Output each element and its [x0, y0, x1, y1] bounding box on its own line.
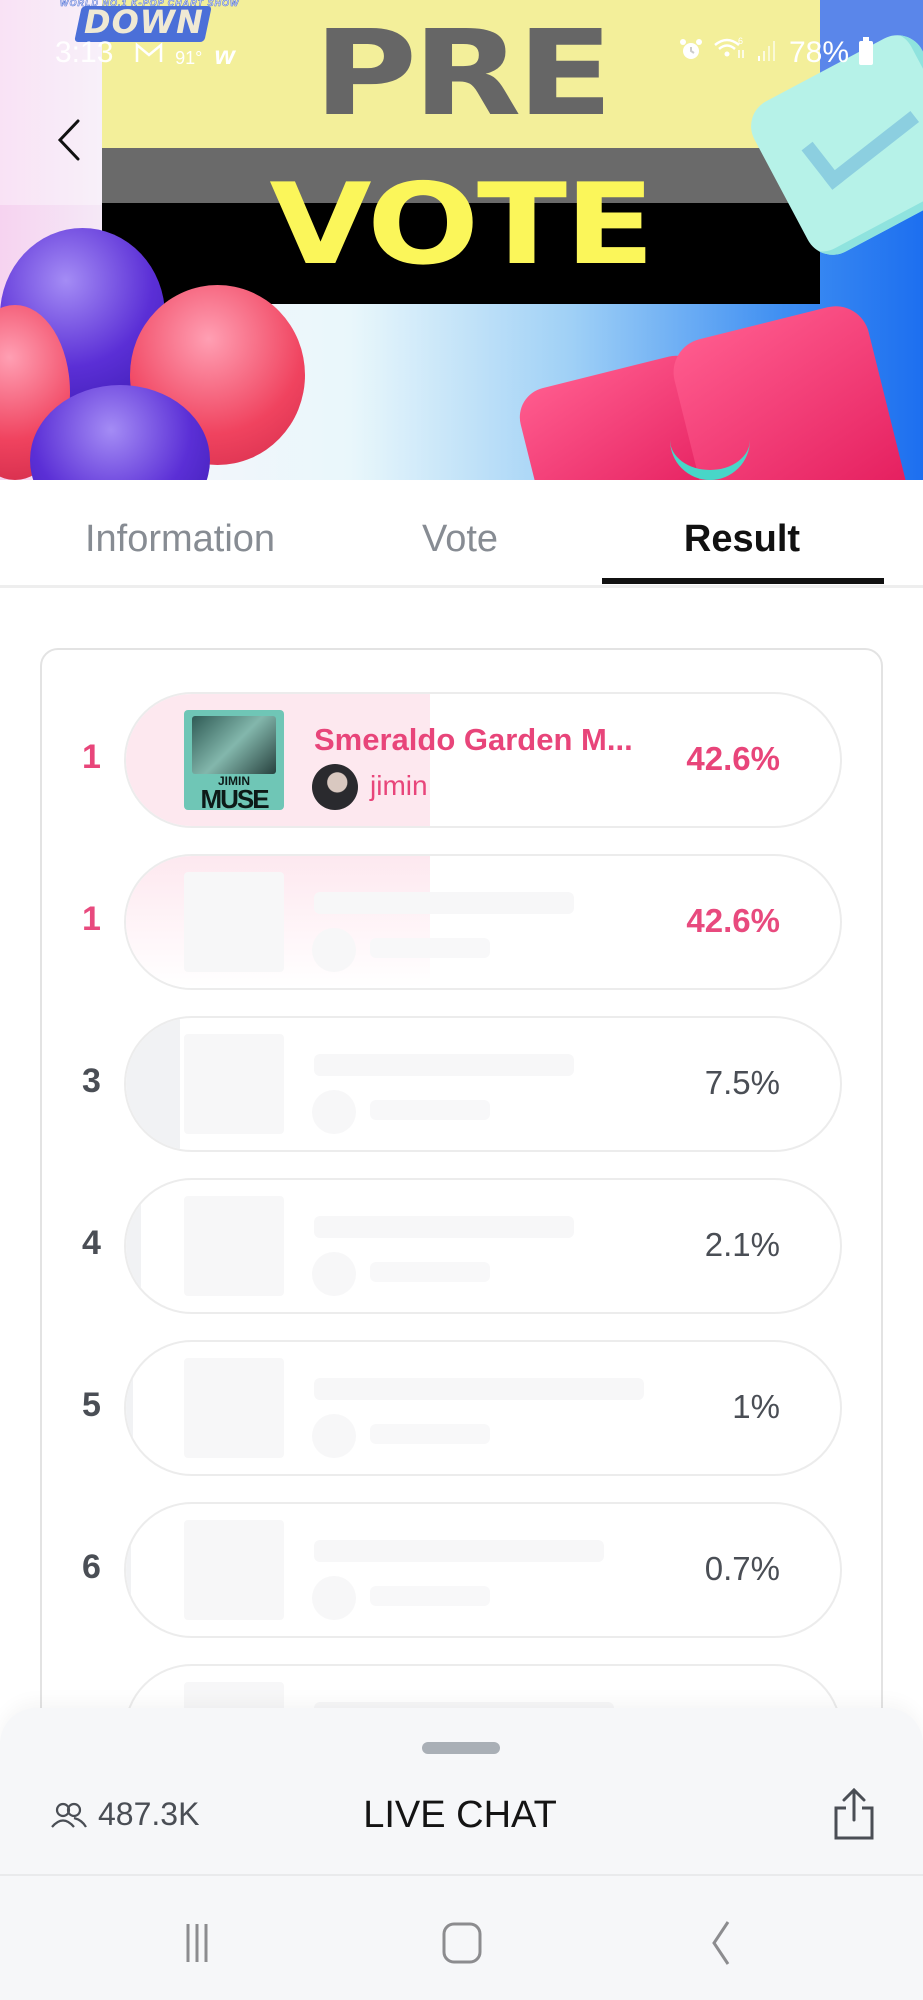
artist-avatar-placeholder	[312, 1576, 356, 1620]
rank-number: 1	[82, 738, 101, 776]
back-icon	[712, 1921, 730, 1965]
result-item[interactable]: 1%	[124, 1340, 842, 1476]
share-icon	[834, 1787, 874, 1840]
alarm-icon	[679, 36, 703, 70]
vote-share-bar	[126, 1180, 141, 1312]
rank-number: 3	[82, 1062, 101, 1100]
artist-name-placeholder	[370, 1424, 490, 1444]
gmail-icon	[135, 42, 169, 69]
sheet-drag-handle[interactable]	[422, 1742, 500, 1754]
result-row: 1 JIMIN MUSE Smeraldo Garden M... jimin …	[42, 692, 885, 828]
svg-text:6: 6	[738, 36, 743, 46]
weverse-icon: w	[214, 40, 235, 70]
tab-vote[interactable]: Vote	[410, 518, 510, 561]
system-back-button[interactable]	[694, 1916, 754, 1966]
song-title: Smeraldo Garden M...	[314, 722, 633, 757]
show-logo-tagline: WORLD NO.1 K-POP CHART SHOW	[60, 0, 240, 8]
vote-percent: 7.5%	[704, 1064, 780, 1101]
rank-number: 4	[82, 1224, 101, 1262]
vote-share-bar	[126, 1342, 134, 1474]
artist-avatar-placeholder	[312, 1090, 356, 1134]
result-row: 6 0.7%	[42, 1502, 885, 1638]
battery-percent: 78%	[788, 36, 849, 69]
wifi-icon: 6	[713, 36, 747, 70]
clock: 3:13	[55, 36, 114, 69]
rank-number: 1	[82, 900, 101, 938]
album-art-placeholder	[184, 872, 284, 972]
song-title-placeholder	[314, 1216, 574, 1238]
result-item[interactable]: JIMIN MUSE Smeraldo Garden M... jimin 42…	[124, 692, 842, 828]
vote-share-bar	[126, 1018, 180, 1150]
song-title-placeholder	[314, 892, 574, 914]
banner-title-line2: VOTE	[269, 160, 655, 290]
artist-avatar	[312, 764, 358, 810]
users-icon	[51, 1802, 87, 1828]
result-row: 1 42.6%	[42, 854, 885, 990]
vote-percent: 42.6%	[686, 740, 780, 777]
chevron-left-icon	[57, 119, 80, 161]
results-list: 1 JIMIN MUSE Smeraldo Garden M... jimin …	[40, 648, 883, 1848]
signal-icon	[757, 36, 779, 70]
vote-share-bar	[126, 1504, 131, 1636]
rank-number: 5	[82, 1386, 101, 1424]
artist-avatar-placeholder	[312, 928, 356, 972]
result-item[interactable]: 0.7%	[124, 1502, 842, 1638]
viewer-count-value: 487.3K	[98, 1796, 200, 1832]
album-art-placeholder	[184, 1520, 284, 1620]
song-title-placeholder	[314, 1540, 604, 1562]
song-title-placeholder	[314, 1054, 574, 1076]
battery-icon	[859, 37, 873, 65]
vote-percent: 2.1%	[704, 1226, 780, 1263]
temperature: 91°	[175, 48, 203, 68]
live-chat-sheet: 487.3K LIVE CHAT	[0, 1708, 923, 1878]
artist-name: jimin	[370, 770, 428, 801]
vote-percent: 42.6%	[686, 902, 780, 939]
result-item[interactable]: 2.1%	[124, 1178, 842, 1314]
tab-information[interactable]: Information	[75, 518, 285, 561]
result-item[interactable]: 42.6%	[124, 854, 842, 990]
artist-name-placeholder	[370, 938, 490, 958]
home-button[interactable]	[432, 1916, 492, 1966]
share-button[interactable]	[830, 1786, 878, 1842]
recent-apps-button[interactable]	[176, 1916, 236, 1966]
tab-result[interactable]: Result	[602, 518, 882, 561]
recent-apps-icon	[186, 1924, 208, 1962]
result-row: 4 2.1%	[42, 1178, 885, 1314]
result-row: 3 7.5%	[42, 1016, 885, 1152]
artist-avatar-placeholder	[312, 1252, 356, 1296]
album-art-placeholder	[184, 1034, 284, 1134]
album-art: JIMIN MUSE	[184, 710, 284, 810]
smile-logo-icon	[513, 299, 923, 480]
home-icon	[442, 1922, 482, 1964]
artist-name-placeholder	[370, 1100, 490, 1120]
artist-avatar-placeholder	[312, 1414, 356, 1458]
album-art-placeholder	[184, 1358, 284, 1458]
viewer-count: 487.3K	[50, 1796, 199, 1833]
rank-number: 6	[82, 1548, 101, 1586]
result-item[interactable]: 7.5%	[124, 1016, 842, 1152]
live-chat-button[interactable]: LIVE CHAT	[330, 1794, 590, 1837]
vote-percent: 0.7%	[704, 1550, 780, 1587]
system-nav-bar	[0, 1876, 923, 2000]
active-tab-indicator	[602, 578, 884, 584]
vote-percent: 1%	[732, 1388, 780, 1425]
album-art-placeholder	[184, 1196, 284, 1296]
tab-bar: Information Vote Result	[0, 480, 923, 588]
artist-name-placeholder	[370, 1586, 490, 1606]
song-title-placeholder	[314, 1378, 644, 1400]
status-bar: DOWN WORLD NO.1 K-POP CHART SHOW 3:13 91…	[0, 0, 923, 100]
back-button[interactable]	[50, 115, 90, 165]
page: PRE VOTE DOWN WORLD NO.1 K-POP CHART SHO…	[0, 0, 923, 2000]
artist-name-placeholder	[370, 1262, 490, 1282]
result-row: 5 1%	[42, 1340, 885, 1476]
